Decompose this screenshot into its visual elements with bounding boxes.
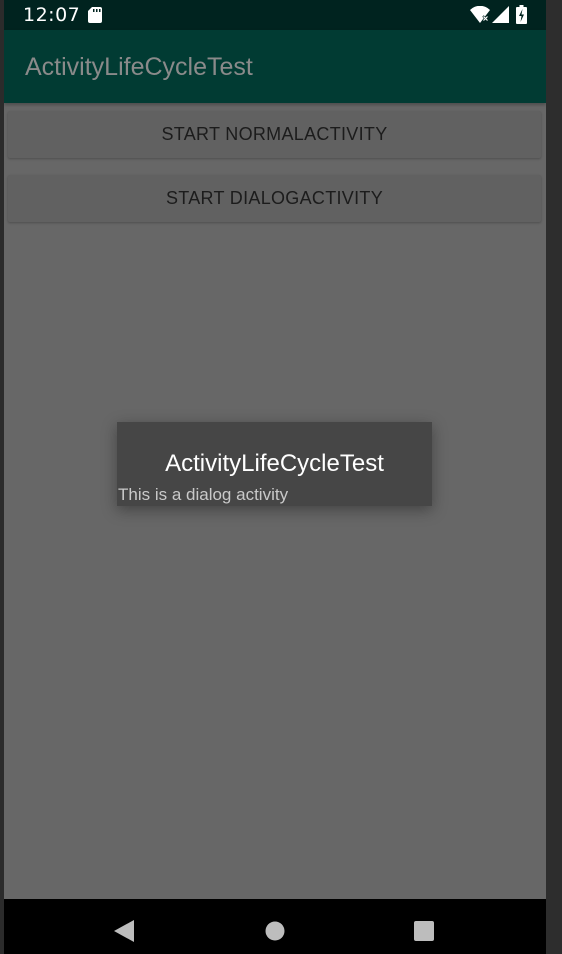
recents-icon[interactable] — [414, 921, 434, 941]
app-title: ActivityLifeCycleTest — [25, 53, 253, 81]
status-bar: 12:07 — [4, 0, 546, 30]
phone-screen: 12:07 ActivityLifeCycleTest START NORMAL… — [4, 0, 546, 954]
battery-charging-icon — [516, 5, 527, 24]
app-bar: ActivityLifeCycleTest — [4, 30, 546, 103]
back-icon[interactable] — [114, 920, 134, 942]
start-normal-activity-button[interactable]: START NORMALACTIVITY — [8, 111, 541, 158]
home-icon[interactable] — [265, 921, 285, 941]
navigation-bar — [4, 899, 546, 954]
sd-card-icon — [88, 7, 102, 23]
start-dialog-activity-button[interactable]: START DIALOGACTIVITY — [8, 175, 541, 222]
dialog-title: ActivityLifeCycleTest — [165, 450, 384, 477]
dialog-message: This is a dialog activity — [118, 485, 289, 504]
signal-icon — [492, 6, 509, 23]
wifi-icon — [470, 6, 490, 23]
status-time: 12:07 — [23, 4, 81, 26]
window-edge — [546, 0, 562, 954]
dialog-window: ActivityLifeCycleTest This is a dialog a… — [117, 422, 432, 506]
